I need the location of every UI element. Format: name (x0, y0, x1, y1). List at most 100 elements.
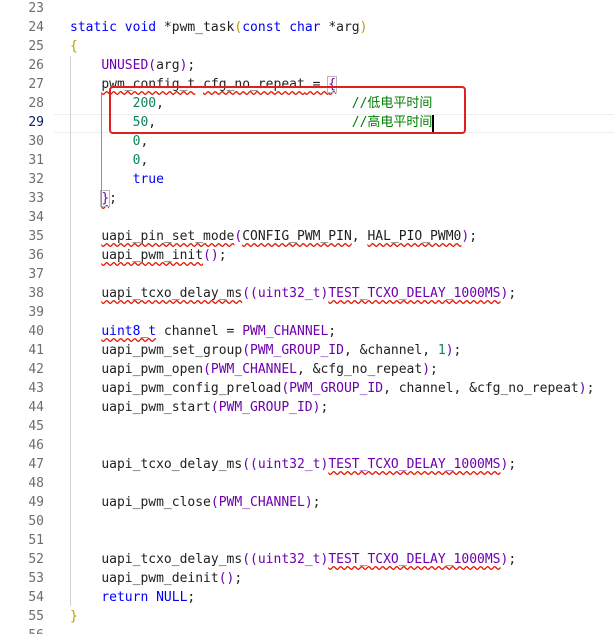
code-line[interactable]: 31 0, (0, 151, 614, 170)
line-number: 56 (0, 626, 44, 634)
code-line[interactable]: 48 (0, 474, 614, 493)
code-line[interactable]: 46 (0, 436, 614, 455)
code-token: 1 (437, 343, 446, 358)
code-line[interactable]: 35 uapi_pin_set_mode(CONFIG_PWM_PIN, HAL… (0, 227, 614, 246)
code-line[interactable]: 51 (0, 531, 614, 550)
code-token: ) (210, 248, 219, 263)
code-line[interactable]: 50 (0, 512, 614, 531)
code-text: uapi_tcxo_delay_ms((uint32_t)TEST_TCXO_D… (70, 550, 516, 569)
code-text: uint8_t channel = PWM_CHANNEL; (70, 322, 336, 341)
code-line[interactable]: 41 uapi_pwm_set_group(PWM_GROUP_ID, &cha… (0, 341, 614, 360)
line-number: 43 (28, 381, 44, 396)
code-token: uapi_pwm_open (101, 362, 204, 377)
code-token: , (140, 153, 149, 168)
code-token: channel = (156, 324, 243, 339)
code-line[interactable]: 49 uapi_pwm_close(PWM_CHANNEL); (0, 493, 614, 512)
code-text: uapi_pwm_close(PWM_CHANNEL); (70, 493, 320, 512)
code-line[interactable]: 32 true (0, 170, 614, 189)
code-token: PWM_GROUP_ID (218, 400, 313, 415)
code-token: } (100, 190, 111, 207)
code-line[interactable]: 34 (0, 208, 614, 227)
code-token: uapi_pwm_set_group (101, 343, 243, 358)
code-token: NULL (156, 590, 188, 605)
code-token: , (351, 229, 368, 244)
code-line[interactable]: 26 UNUSED(arg); (0, 56, 614, 75)
code-token: ( (281, 381, 290, 396)
code-line[interactable]: 55} (0, 607, 614, 626)
code-token: ; (109, 191, 117, 206)
line-number: 29 (28, 115, 44, 130)
code-token: PWM_CHANNEL (242, 324, 329, 339)
line-number: 41 (28, 343, 44, 358)
code-token: ; (187, 58, 196, 73)
code-editor[interactable]: 23 24 static void *pwm_task(const char *ar… (0, 0, 614, 634)
code-token: , channel, &cfg_no_repeat (383, 381, 579, 396)
code-line[interactable]: 30 0, (0, 132, 614, 151)
code-line[interactable]: 54 return NULL; (0, 588, 614, 607)
line-number: 32 (28, 172, 44, 187)
code-text: uapi_pin_set_mode(CONFIG_PWM_PIN, HAL_PI… (70, 227, 477, 246)
code-line[interactable]: 40 uint8_t channel = PWM_CHANNEL; (0, 322, 614, 341)
code-token: uint32_t (257, 286, 321, 301)
code-token: static (70, 20, 117, 35)
code-token: TEST_TCXO_DELAY_1000MS (328, 457, 501, 472)
code-token: ; (328, 324, 337, 339)
code-token: ; (508, 552, 517, 567)
code-token: true (132, 172, 164, 187)
code-token: ; (508, 457, 517, 472)
code-token: return (101, 590, 149, 605)
code-line[interactable]: 43 uapi_pwm_config_preload(PWM_GROUP_ID,… (0, 379, 614, 398)
line-number: 36 (28, 248, 44, 263)
code-token: uapi_tcxo_delay_ms (101, 552, 243, 567)
code-token: ( (203, 362, 211, 377)
line-number: 48 (28, 476, 44, 491)
code-line[interactable]: 53 uapi_pwm_deinit(); (0, 569, 614, 588)
line-number: 26 (28, 58, 44, 73)
code-token: ; (469, 229, 478, 244)
code-token: uapi_pin_set_mode (101, 229, 235, 244)
code-token: ( (250, 552, 258, 567)
line-number: 44 (28, 400, 44, 415)
code-line[interactable]: 39 (0, 303, 614, 322)
code-line[interactable]: 38 uapi_tcxo_delay_ms((uint32_t)TEST_TCX… (0, 284, 614, 303)
code-line[interactable]: 45 (0, 417, 614, 436)
code-token: uint8_t (101, 324, 157, 339)
line-number: 27 (28, 77, 44, 92)
code-line[interactable]: 37 (0, 265, 614, 284)
code-token: uapi_pwm_config_preload (101, 381, 282, 396)
line-number: 24 (28, 20, 44, 35)
code-token: ( (250, 457, 258, 472)
code-text: uapi_pwm_config_preload(PWM_GROUP_ID, ch… (70, 379, 594, 398)
code-line[interactable]: 23 (0, 0, 614, 18)
code-token: ( (242, 343, 251, 358)
line-number: 53 (28, 571, 44, 586)
code-text: UNUSED(arg); (70, 56, 195, 75)
code-token: uapi_pwm_close (101, 495, 211, 510)
code-token: ; (508, 286, 517, 301)
code-line[interactable]: 36 uapi_pwm_init(); (0, 246, 614, 265)
code-text: 0, (70, 151, 149, 170)
code-text: return NULL; (70, 588, 195, 607)
code-line[interactable]: 47 uapi_tcxo_delay_ms((uint32_t)TEST_TCX… (0, 455, 614, 474)
code-token: ; (453, 343, 462, 358)
code-token: uapi_tcxo_delay_ms (101, 286, 243, 301)
indent-guide (70, 56, 71, 606)
code-line[interactable]: 44 uapi_pwm_start(PWM_GROUP_ID); (0, 398, 614, 417)
code-line[interactable]: 24 static void *pwm_task(const char *arg) (0, 18, 614, 37)
code-line[interactable]: 52 uapi_tcxo_delay_ms((uint32_t)TEST_TCX… (0, 550, 614, 569)
annotation-highlight-box (109, 86, 466, 134)
code-text: uapi_pwm_init(); (70, 246, 226, 265)
code-line[interactable]: 33 }; (0, 189, 614, 208)
line-number: 31 (28, 153, 44, 168)
line-number: 52 (28, 552, 44, 567)
code-line[interactable]: 56 (0, 626, 614, 634)
code-line[interactable]: 42 uapi_pwm_open(PWM_CHANNEL, &cfg_no_re… (0, 360, 614, 379)
code-line[interactable]: 25 { (0, 37, 614, 56)
